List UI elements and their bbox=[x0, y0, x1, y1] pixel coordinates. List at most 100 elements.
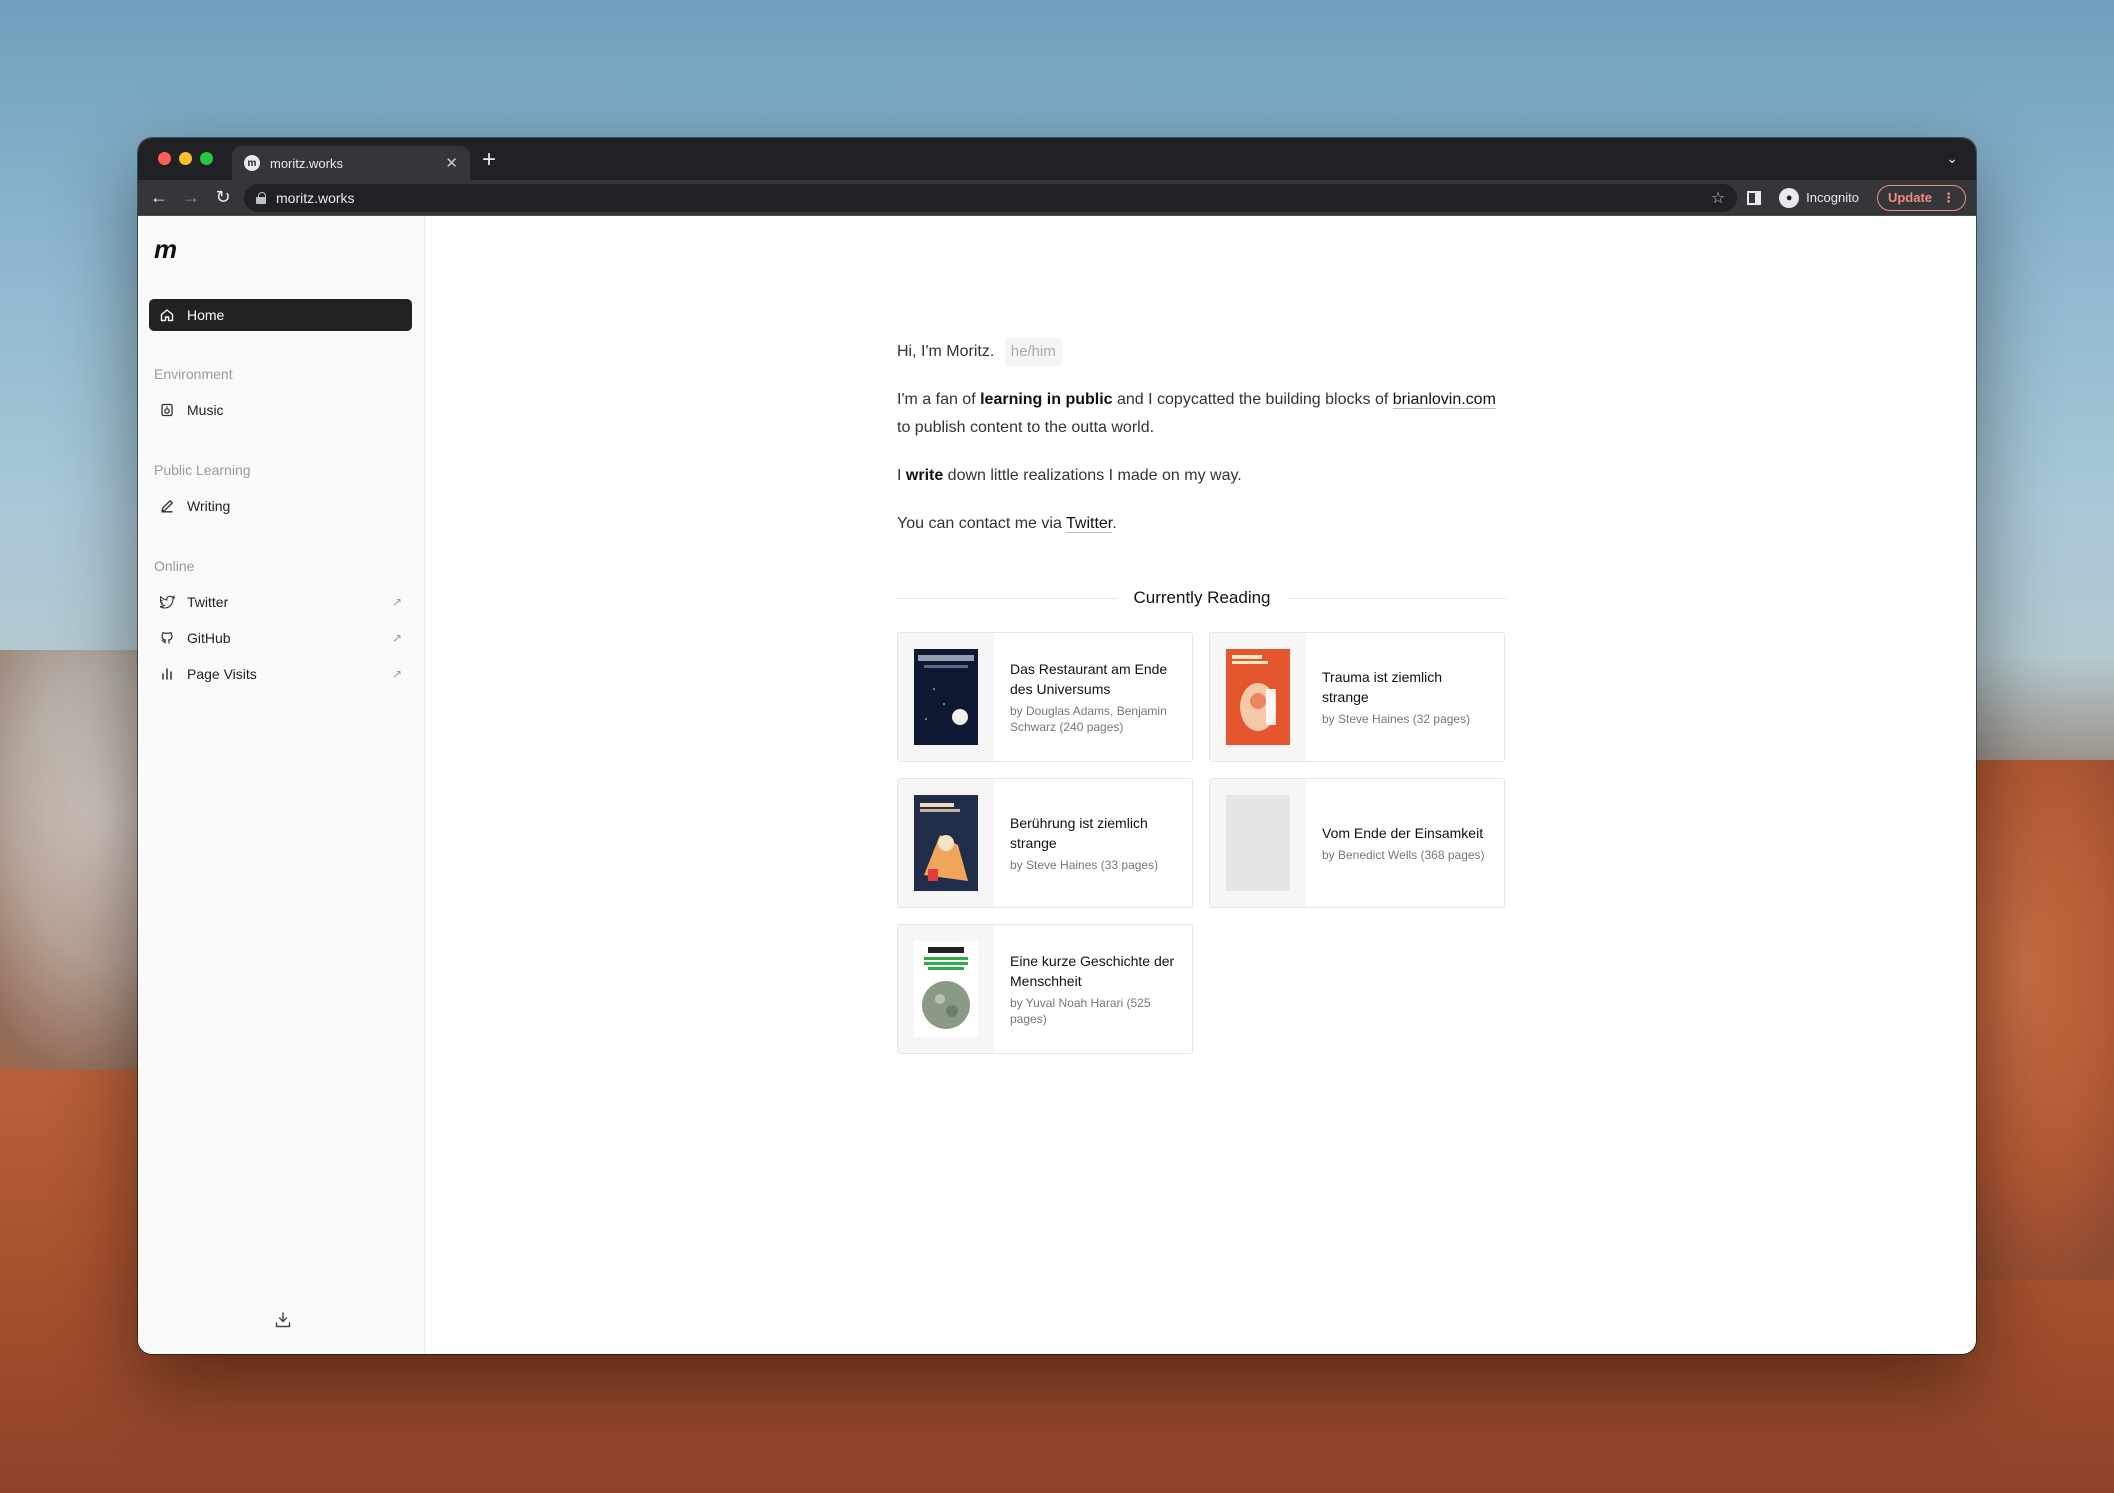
sidebar-item-home[interactable]: Home bbox=[149, 299, 412, 331]
sidebar-item-label: Twitter bbox=[187, 594, 229, 610]
main-content: Hi, I'm Moritz. he/him I'm a fan of lear… bbox=[425, 216, 1976, 1354]
reload-button[interactable]: ↻ bbox=[212, 187, 234, 208]
book-title: Berührung ist ziemlich strange bbox=[1010, 815, 1148, 851]
book-card[interactable]: Das Restaurant am Ende des Universums by… bbox=[897, 632, 1193, 762]
favicon-icon: m bbox=[244, 155, 260, 171]
pencil-icon bbox=[159, 498, 175, 514]
book-meta: by Benedict Wells (368 pages) bbox=[1322, 848, 1485, 862]
browser-window: m moritz.works ✕ + ⌄ ← → ↻ moritz.works … bbox=[138, 138, 1976, 1354]
book-info: Eine kurze Geschichte der Menschheit by … bbox=[994, 925, 1192, 1053]
divider bbox=[897, 597, 1118, 599]
tab-search-icon[interactable]: ⌄ bbox=[1946, 150, 1958, 167]
text-segment: . bbox=[1112, 515, 1117, 532]
github-icon bbox=[159, 630, 175, 646]
maximize-window-button[interactable] bbox=[200, 152, 213, 165]
intro-paragraph-2: I write down little realizations I made … bbox=[897, 462, 1507, 490]
book-cover bbox=[898, 779, 994, 907]
minimize-window-button[interactable] bbox=[179, 152, 192, 165]
sidebar-item-label: GitHub bbox=[187, 630, 231, 646]
home-icon bbox=[159, 307, 175, 323]
update-button[interactable]: Update ⋮ bbox=[1876, 184, 1966, 211]
window-controls bbox=[158, 152, 213, 165]
bookmark-star-icon[interactable]: ☆ bbox=[1711, 188, 1725, 208]
text-segment: to publish content to the outta world. bbox=[897, 419, 1155, 436]
bar-chart-icon bbox=[159, 666, 175, 682]
close-tab-icon[interactable]: ✕ bbox=[445, 154, 458, 172]
external-link-icon: ↗ bbox=[391, 667, 402, 681]
sidebar-item-label: Page Visits bbox=[187, 666, 257, 682]
lock-icon bbox=[256, 191, 266, 204]
book-card[interactable]: Vom Ende der Einsamkeit by Benedict Well… bbox=[1209, 778, 1505, 908]
close-window-button[interactable] bbox=[158, 152, 171, 165]
external-link-icon: ↗ bbox=[391, 631, 402, 645]
book-cover bbox=[1210, 633, 1306, 761]
learning-in-public-link[interactable]: learning in public bbox=[980, 391, 1112, 408]
book-card[interactable]: Berührung ist ziemlich strange by Steve … bbox=[897, 778, 1193, 908]
twitter-link[interactable]: Twitter bbox=[1066, 515, 1113, 533]
book-title: Trauma ist ziemlich strange bbox=[1322, 669, 1443, 705]
book-title: Eine kurze Geschichte der Menschheit bbox=[1010, 953, 1175, 989]
book-cover bbox=[898, 925, 994, 1053]
url-text: moritz.works bbox=[276, 189, 355, 206]
back-button[interactable]: ← bbox=[148, 187, 170, 208]
pronouns-badge: he/him bbox=[1004, 338, 1062, 366]
toolbar: ← → ↻ moritz.works ☆ ● Incognito Update … bbox=[138, 180, 1976, 216]
sidebar-item-label: Music bbox=[187, 402, 224, 418]
greeting: Hi, I'm Moritz. bbox=[897, 343, 995, 360]
tab-strip: m moritz.works ✕ + ⌄ bbox=[138, 138, 1976, 180]
music-icon bbox=[159, 402, 175, 418]
book-info: Das Restaurant am Ende des Universums by… bbox=[994, 633, 1192, 761]
book-meta: by Steve Haines (33 pages) bbox=[1010, 858, 1159, 872]
write-link[interactable]: write bbox=[906, 467, 943, 484]
book-cover bbox=[898, 633, 994, 761]
tab-title: moritz.works bbox=[270, 155, 343, 171]
currently-reading-header: Currently Reading bbox=[897, 586, 1508, 610]
forward-button[interactable]: → bbox=[180, 187, 202, 208]
new-tab-button[interactable]: + bbox=[482, 148, 496, 172]
divider bbox=[1286, 597, 1508, 599]
book-info: Vom Ende der Einsamkeit by Benedict Well… bbox=[1306, 779, 1504, 907]
sidebar-item-label: Writing bbox=[187, 498, 231, 514]
more-menu-icon: ⋮ bbox=[1942, 189, 1955, 205]
browser-tab[interactable]: m moritz.works ✕ bbox=[232, 146, 470, 180]
incognito-label: Incognito bbox=[1806, 190, 1859, 205]
book-card[interactable]: Eine kurze Geschichte der Menschheit by … bbox=[897, 924, 1193, 1054]
sidebar: m Home Environment Music Public Learning bbox=[138, 216, 425, 1354]
address-bar[interactable]: moritz.works ☆ bbox=[244, 183, 1738, 212]
incognito-icon: ● bbox=[1779, 187, 1800, 208]
intro-paragraph-1: I'm a fan of learning in public and I co… bbox=[897, 386, 1507, 442]
intro-paragraph-3: You can contact me via Twitter. bbox=[897, 510, 1507, 538]
sidebar-item-writing[interactable]: Writing bbox=[149, 490, 412, 522]
text-segment: and I copycatted the building blocks of bbox=[1112, 391, 1393, 408]
book-title: Das Restaurant am Ende des Universums bbox=[1010, 661, 1168, 697]
book-cover bbox=[1210, 779, 1306, 907]
download-icon[interactable] bbox=[274, 1311, 292, 1334]
book-meta: by Steve Haines (32 pages) bbox=[1322, 712, 1471, 726]
intro-text: Hi, I'm Moritz. he/him I'm a fan of lear… bbox=[897, 338, 1507, 558]
sidebar-item-twitter[interactable]: Twitter ↗ bbox=[149, 586, 412, 618]
book-card[interactable]: Trauma ist ziemlich strange by Steve Hai… bbox=[1209, 632, 1505, 762]
incognito-indicator[interactable]: ● Incognito bbox=[1771, 187, 1867, 208]
side-panel-icon[interactable] bbox=[1747, 190, 1762, 205]
section-label-online: Online bbox=[154, 558, 195, 574]
section-label-public-learning: Public Learning bbox=[154, 462, 251, 478]
intro-greeting-paragraph: Hi, I'm Moritz. he/him bbox=[897, 338, 1507, 366]
page-content: m Home Environment Music Public Learning bbox=[138, 216, 1976, 1354]
twitter-icon bbox=[159, 594, 175, 610]
book-cover-placeholder bbox=[1226, 795, 1290, 891]
site-logo[interactable]: m bbox=[154, 234, 177, 265]
book-meta: by Douglas Adams, Benjamin Schwarz (240 … bbox=[1010, 704, 1167, 734]
book-title: Vom Ende der Einsamkeit bbox=[1322, 825, 1484, 841]
sidebar-item-music[interactable]: Music bbox=[149, 394, 412, 426]
book-info: Berührung ist ziemlich strange by Steve … bbox=[994, 779, 1192, 907]
section-label-environment: Environment bbox=[154, 366, 233, 382]
text-segment: I bbox=[897, 467, 906, 484]
update-label: Update bbox=[1887, 190, 1932, 205]
text-segment: down little realizations I made on my wa… bbox=[943, 467, 1242, 484]
sidebar-item-page-visits[interactable]: Page Visits ↗ bbox=[149, 658, 412, 690]
text-segment: You can contact me via bbox=[897, 515, 1066, 532]
external-link-icon: ↗ bbox=[391, 595, 402, 609]
sidebar-item-github[interactable]: GitHub ↗ bbox=[149, 622, 412, 654]
section-title: Currently Reading bbox=[1133, 588, 1271, 607]
brianlovin-link[interactable]: brianlovin.com bbox=[1392, 391, 1496, 409]
